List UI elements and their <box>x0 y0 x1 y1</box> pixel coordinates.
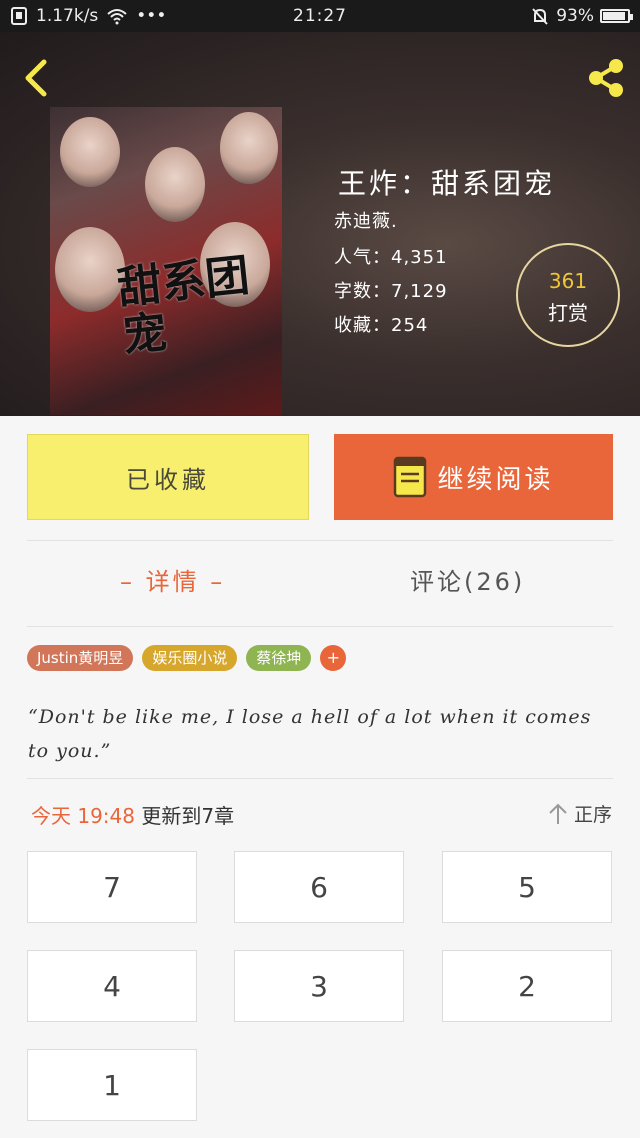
cover-figure <box>145 147 205 222</box>
chapter-button[interactable]: 4 <box>27 950 197 1022</box>
reward-button[interactable]: 361 打赏 <box>516 243 620 347</box>
battery-percent: 93% <box>556 6 594 26</box>
book-icon <box>394 456 427 498</box>
chapter-button[interactable]: 7 <box>27 851 197 923</box>
book-header: 甜系团宠 王炸：甜系团宠 赤迪薇. 人气：4,351 字数：7,129 收藏：2… <box>0 32 640 416</box>
divider <box>27 540 613 541</box>
reward-count: 361 <box>548 269 588 293</box>
update-time: 今天 19:48 <box>31 804 135 828</box>
cover-figure <box>55 227 125 312</box>
arrow-up-icon <box>549 803 567 824</box>
update-info: 今天 19:48 更新到7章 <box>31 800 234 829</box>
cover-figure <box>220 112 278 184</box>
share-button[interactable] <box>584 54 628 102</box>
tag-list: Justin黄明昱 娱乐圈小说 蔡徐坤 + <box>27 645 347 671</box>
chapter-button[interactable]: 1 <box>27 1049 197 1121</box>
reward-label: 打赏 <box>548 301 588 325</box>
back-button[interactable] <box>18 56 58 100</box>
tag-cai-xukun[interactable]: 蔡徐坤 <box>246 645 312 671</box>
cover-title: 甜系团宠 <box>115 249 252 363</box>
book-cover[interactable]: 甜系团宠 <box>50 107 282 415</box>
book-favorites: 收藏：254 <box>334 315 429 336</box>
continue-reading-button[interactable]: 继续阅读 <box>334 434 613 520</box>
tag-justin[interactable]: Justin黄明昱 <box>27 645 134 671</box>
tab-details[interactable]: – 详情 – <box>120 562 225 597</box>
book-author[interactable]: 赤迪薇. <box>334 207 398 233</box>
update-text: 更新到7章 <box>141 804 235 828</box>
status-bar: 1.17k/s ••• 21:27 93% <box>0 0 640 32</box>
chapter-button[interactable]: 2 <box>442 950 612 1022</box>
book-popularity: 人气：4,351 <box>334 247 448 268</box>
tab-comments[interactable]: 评论(26) <box>410 562 525 597</box>
cover-figure <box>60 117 120 187</box>
share-icon <box>589 59 623 97</box>
continue-reading-label: 继续阅读 <box>437 464 554 495</box>
chapter-button[interactable]: 3 <box>234 950 404 1022</box>
add-tag-button[interactable]: + <box>320 645 347 671</box>
book-word-count: 字数：7,129 <box>334 281 448 302</box>
bell-muted-icon <box>532 8 548 25</box>
tag-entertainment-novel[interactable]: 娱乐圈小说 <box>142 645 238 671</box>
collected-button[interactable]: 已收藏 <box>27 434 309 520</box>
book-title: 王炸：甜系团宠 <box>338 167 556 200</box>
chapter-button[interactable]: 6 <box>234 851 404 923</box>
sort-label: 正序 <box>573 804 612 826</box>
back-chevron-icon <box>25 59 47 97</box>
divider <box>27 778 613 779</box>
chapter-button[interactable]: 5 <box>442 851 612 923</box>
battery-fill <box>603 12 625 20</box>
book-description: “Don't be like me, I lose a hell of a lo… <box>28 706 592 762</box>
battery-icon <box>600 9 633 23</box>
sort-button[interactable]: 正序 <box>548 800 612 827</box>
divider <box>27 626 613 627</box>
